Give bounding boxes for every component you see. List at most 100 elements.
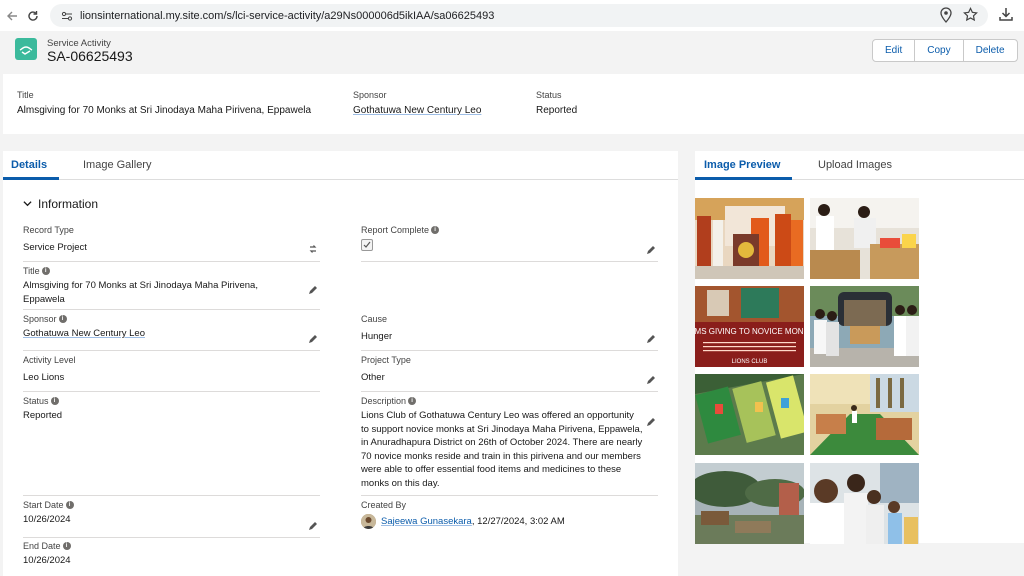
field-cause: Cause Hunger: [361, 314, 658, 351]
image-tabs: Image Preview Upload Images: [695, 151, 1024, 180]
status-label: Status: [23, 396, 49, 406]
tab-image-gallery[interactable]: Image Gallery: [83, 159, 151, 171]
gallery-image-1[interactable]: [695, 198, 804, 279]
field-record-type: Record Type Service Project: [23, 225, 320, 262]
highlight-status-value: Reported: [536, 105, 578, 116]
field-start-date: Start Date i 10/26/2024: [23, 500, 320, 538]
project-type-value: Other: [361, 372, 385, 383]
service-activity-icon: [15, 38, 37, 60]
details-tabs: Details Image Gallery: [3, 151, 678, 180]
gallery-image-6[interactable]: [810, 374, 919, 455]
information-section-toggle[interactable]: Information: [23, 197, 98, 211]
active-tab-indicator: [695, 177, 792, 180]
description-value: Lions Club of Gothatuwa Century Leo was …: [361, 410, 643, 489]
edit-pencil-icon[interactable]: [308, 521, 318, 531]
report-complete-label: Report Complete: [361, 225, 430, 235]
details-panel: Details Image Gallery Information Record…: [3, 151, 678, 576]
field-sponsor: Sponsor i Gothatuwa New Century Leo: [23, 314, 320, 351]
poster-club-text: LIONS CLUB: [732, 359, 768, 365]
image-panel: Image Preview Upload Images MS GIVING TO…: [695, 151, 1024, 544]
created-by-user-link[interactable]: Sajeewa Gunasekara: [381, 516, 472, 527]
highlights-panel: Title Almsgiving for 70 Monks at Sri Jin…: [3, 74, 1024, 134]
info-icon[interactable]: i: [431, 226, 440, 234]
activity-level-label: Activity Level: [23, 355, 76, 365]
end-date-value: 10/26/2024: [23, 555, 71, 566]
download-icon[interactable]: [998, 6, 1016, 24]
report-complete-checkbox[interactable]: [361, 239, 373, 251]
field-created-by: Created By Sajeewa Gunasekara, 12/27/202…: [361, 500, 658, 538]
record-type-value: Service Project: [23, 242, 87, 253]
field-description: Description i Lions Club of Gothatuwa Ce…: [361, 396, 658, 496]
site-info-icon[interactable]: [60, 9, 74, 23]
record-name: SA-06625493: [47, 48, 133, 64]
field-activity-level: Activity Level Leo Lions: [23, 355, 320, 392]
active-tab-indicator: [3, 177, 59, 180]
project-type-label: Project Type: [361, 355, 411, 365]
gallery-image-5[interactable]: [695, 374, 804, 455]
end-date-label: End Date: [23, 541, 61, 551]
sponsor-label: Sponsor: [23, 314, 57, 324]
bookmark-star-icon[interactable]: [963, 6, 978, 26]
edit-pencil-icon[interactable]: [646, 334, 656, 344]
address-bar[interactable]: lionsinternational.my.site.com/s/lci-ser…: [50, 4, 988, 27]
start-date-value: 10/26/2024: [23, 514, 71, 525]
tab-upload-images[interactable]: Upload Images: [818, 159, 892, 171]
info-icon[interactable]: i: [408, 397, 417, 405]
highlight-sponsor-label: Sponsor: [353, 90, 387, 100]
title-value: Almsgiving for 70 Monks at Sri Jinodaya …: [23, 280, 258, 305]
title-label: Title: [23, 266, 40, 276]
report-complete-label-wrap: Report Complete i: [361, 225, 658, 235]
gallery-image-7[interactable]: [695, 463, 804, 544]
field-project-type: Project Type Other: [361, 355, 658, 392]
field-title: Title i Almsgiving for 70 Monks at Sri J…: [23, 266, 320, 310]
avatar[interactable]: [361, 514, 376, 529]
description-label: Description: [361, 396, 407, 406]
sponsor-link[interactable]: Gothatuwa New Century Leo: [23, 327, 145, 341]
title-label-wrap: Title i: [23, 266, 320, 276]
info-icon[interactable]: i: [41, 267, 50, 275]
gallery-image-4[interactable]: [810, 286, 919, 367]
tab-image-preview[interactable]: Image Preview: [704, 159, 780, 171]
status-value: Reported: [23, 410, 63, 421]
gallery-image-3[interactable]: ALMS GIVING TO NOVICE MONKS LIONS CLUB: [695, 286, 804, 367]
change-record-type-icon[interactable]: [308, 244, 318, 254]
created-by-label: Created By: [361, 500, 407, 510]
record-type-label: Record Type: [23, 225, 74, 235]
poster-title-text: ALMS GIVING TO NOVICE MONKS: [695, 327, 804, 336]
field-end-date: End Date i 10/26/2024: [23, 541, 320, 576]
delete-button[interactable]: Delete: [963, 40, 1017, 61]
reload-icon[interactable]: [21, 4, 45, 28]
edit-pencil-icon[interactable]: [646, 245, 656, 255]
highlight-status: Status Reported: [536, 90, 577, 116]
edit-button[interactable]: Edit: [873, 40, 916, 61]
gallery-image-8[interactable]: [810, 463, 919, 544]
copy-button[interactable]: Copy: [915, 40, 964, 61]
gallery-image-2[interactable]: [810, 198, 919, 279]
edit-pencil-icon[interactable]: [646, 375, 656, 385]
cause-label: Cause: [361, 314, 388, 324]
section-title: Information: [38, 197, 99, 211]
info-icon[interactable]: i: [50, 397, 59, 405]
record-header: Service Activity SA-06625493 Edit Copy D…: [0, 31, 1024, 71]
highlight-sponsor: Sponsor Gothatuwa New Century Leo: [353, 90, 481, 116]
start-date-label: Start Date: [23, 500, 64, 510]
edit-pencil-icon[interactable]: [308, 285, 318, 295]
chevron-down-icon: [23, 197, 32, 211]
edit-pencil-icon[interactable]: [646, 417, 656, 427]
info-icon[interactable]: i: [65, 501, 74, 509]
info-icon[interactable]: i: [58, 315, 67, 323]
info-icon[interactable]: i: [62, 542, 71, 550]
created-by-value: Sajeewa Gunasekara, 12/27/2024, 3:02 AM: [361, 514, 658, 529]
highlight-sponsor-link[interactable]: Gothatuwa New Century Leo: [353, 105, 481, 116]
tab-details[interactable]: Details: [11, 159, 47, 171]
url-text: lionsinternational.my.site.com/s/lci-ser…: [80, 9, 495, 22]
status-label-wrap: Status i: [23, 396, 320, 406]
highlight-title-label: Title: [17, 90, 34, 100]
location-icon[interactable]: [939, 7, 953, 26]
highlight-title: Title Almsgiving for 70 Monks at Sri Jin…: [17, 90, 311, 116]
record-actions: Edit Copy Delete: [872, 39, 1018, 62]
browser-toolbar: lionsinternational.my.site.com/s/lci-ser…: [0, 0, 1024, 31]
edit-pencil-icon[interactable]: [308, 334, 318, 344]
description-label-wrap: Description i: [361, 396, 658, 406]
start-date-label-wrap: Start Date i: [23, 500, 320, 510]
